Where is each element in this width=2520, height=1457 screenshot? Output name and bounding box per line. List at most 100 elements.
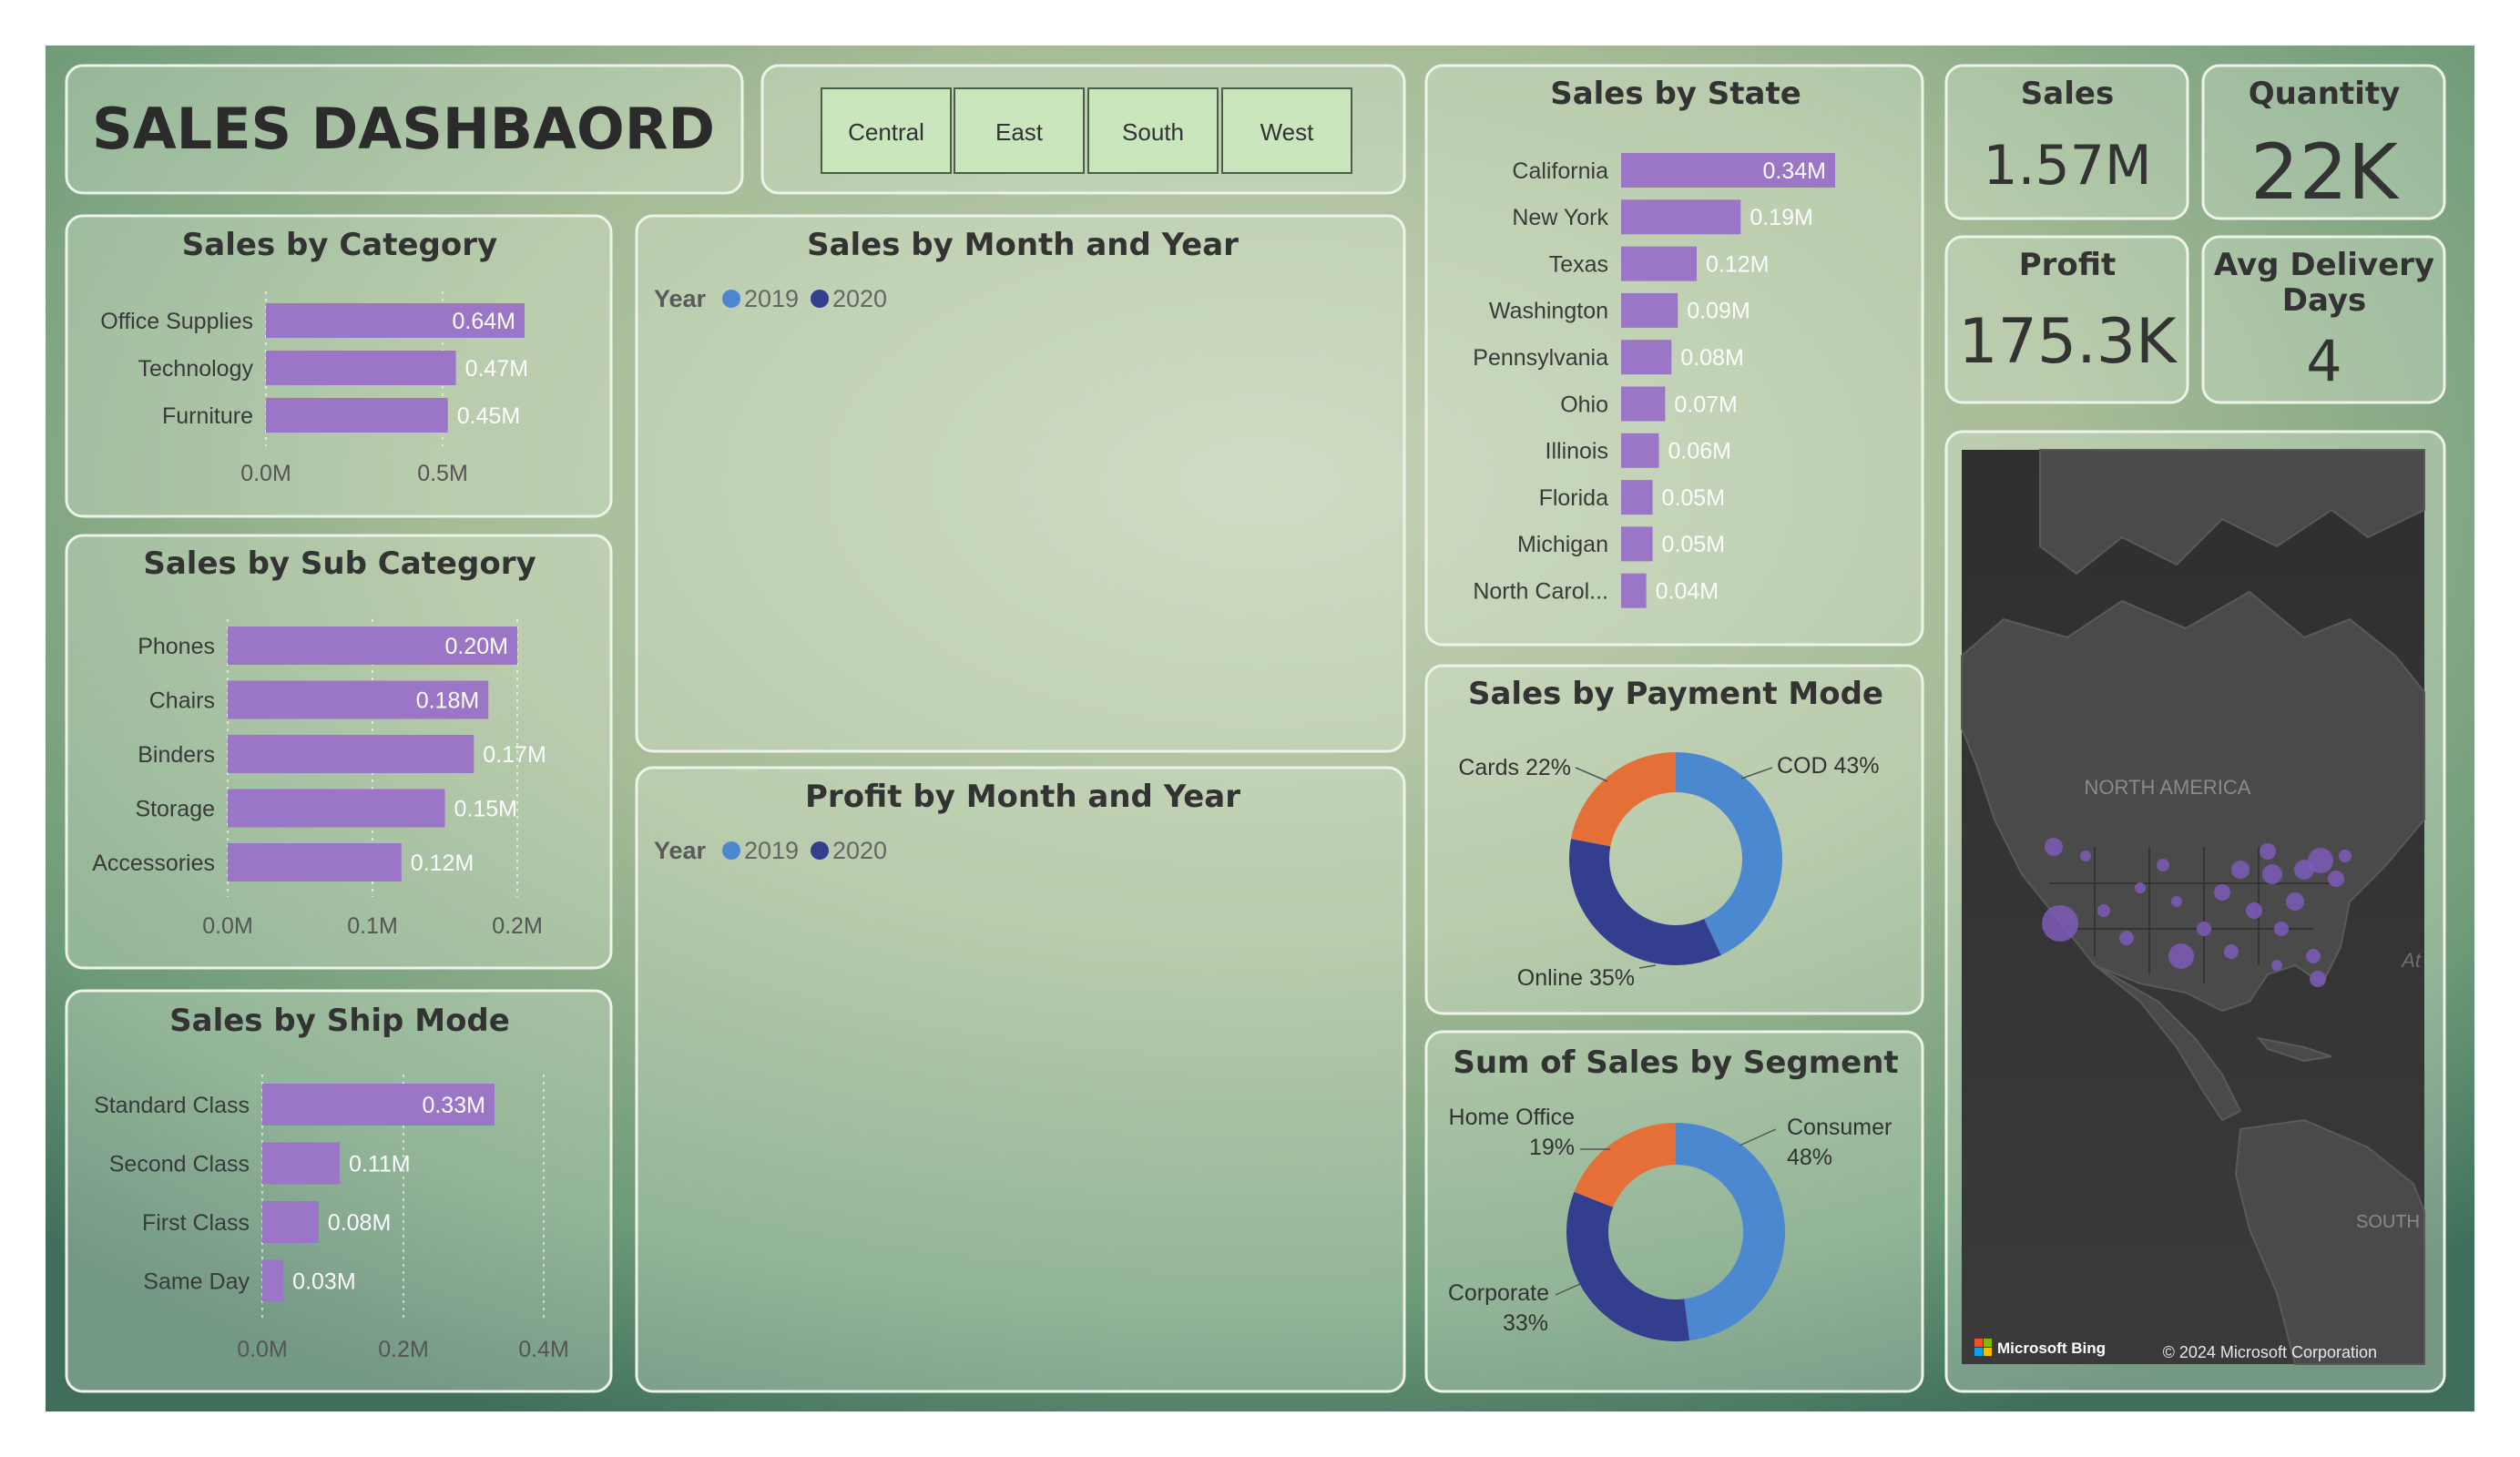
profit-month-legend-2019: 2019 — [744, 837, 799, 864]
category-bar-furniture[interactable] — [266, 398, 448, 433]
state-bar-florida[interactable] — [1621, 480, 1653, 515]
state-bar-illinois[interactable] — [1621, 433, 1659, 468]
sales-month-legend-2019-dot — [722, 290, 740, 308]
map-bubble-texas — [2168, 943, 2194, 969]
sales-map[interactable]: NORTH AMERICA SOUTH At Microsoft Bing © … — [1961, 449, 2425, 1365]
subcategory-category-label: Storage — [135, 796, 215, 821]
subcategory-tick-label: 0.1M — [347, 913, 398, 939]
state-value-label: 0.08M — [1680, 345, 1743, 371]
subcategory-category-label: Binders — [138, 742, 215, 768]
state-category-label: California — [1512, 158, 1608, 184]
subcategory-value-label: 0.12M — [411, 851, 474, 876]
kpi-quantity-value: 22K — [2250, 127, 2400, 217]
region-button-west[interactable]: West — [1221, 87, 1352, 174]
state-value-label: 0.05M — [1662, 532, 1725, 557]
map-bubble — [2171, 896, 2182, 907]
state-category-label: Michigan — [1517, 532, 1608, 557]
kpi-delivery-label-line2: Days — [2282, 282, 2367, 319]
kpi-sales-label: Sales — [2021, 76, 2114, 112]
state-bar-ohio[interactable] — [1621, 386, 1666, 422]
profit-month-legend-2020-dot — [811, 841, 829, 860]
segment-slice-label: Corporate — [1448, 1280, 1549, 1306]
kpi-delivery-value: 4 — [2306, 328, 2341, 394]
map-bubble — [2097, 904, 2110, 917]
category-value-label: 0.47M — [465, 356, 528, 382]
map-bubble-washington — [2045, 838, 2063, 856]
kpi-profit-label: Profit — [2019, 247, 2117, 283]
shipmode-tick-label: 0.0M — [237, 1337, 288, 1362]
segment-slice-percent: 33% — [1503, 1310, 1548, 1336]
state-bar-new-york[interactable] — [1621, 199, 1741, 235]
map-bubble — [2306, 949, 2321, 963]
state-value-label: 0.06M — [1668, 439, 1730, 464]
state-category-label: New York — [1512, 205, 1608, 230]
map-bubble — [2197, 922, 2211, 936]
region-button-south[interactable]: South — [1087, 87, 1219, 174]
state-value-label: 0.04M — [1656, 578, 1719, 604]
state-bar-north-carol[interactable] — [1621, 573, 1647, 608]
subcategory-tick-label: 0.2M — [492, 913, 543, 939]
sales-month-legend: Year 2019 2020 — [654, 285, 887, 312]
subcategory-value-label: 0.15M — [454, 796, 517, 821]
category-category-label: Furniture — [162, 403, 253, 429]
shipmode-chart-title: Sales by Ship Mode — [169, 1003, 510, 1039]
map-bubble — [2274, 922, 2289, 936]
category-value-label: 0.45M — [457, 403, 520, 429]
region-button-west-label: West — [1260, 118, 1315, 146]
segment-slice-label: Home Office — [1449, 1105, 1575, 1130]
state-value-label: 0.07M — [1674, 392, 1737, 417]
sales-month-legend-2020-dot — [811, 290, 829, 308]
profit-month-legend: Year 2019 2020 — [654, 837, 887, 864]
map-bubble-california — [2042, 905, 2078, 942]
map-bubble — [2135, 882, 2146, 893]
segment-slice-percent: 48% — [1787, 1145, 1832, 1170]
map-label-north-america: NORTH AMERICA — [2085, 776, 2251, 799]
state-category-label: Florida — [1539, 485, 1609, 511]
map-bubble — [2246, 902, 2262, 919]
subcategory-tick-label: 0.0M — [202, 913, 253, 939]
category-category-label: Office Supplies — [100, 309, 253, 334]
dashboard-title: SALES DASHBAORD — [92, 96, 715, 162]
map-bubble — [2328, 871, 2344, 887]
state-bar-washington[interactable] — [1621, 292, 1678, 328]
region-button-south-label: South — [1122, 118, 1184, 146]
state-category-label: North Carol... — [1473, 578, 1608, 604]
region-button-central[interactable]: Central — [821, 87, 952, 174]
state-category-label: Illinois — [1546, 439, 1608, 464]
bing-logo-yellow — [1984, 1348, 1992, 1356]
subcategory-bar-storage[interactable] — [228, 789, 445, 828]
shipmode-bar-same-day[interactable] — [262, 1259, 284, 1302]
subcategory-category-label: Phones — [138, 634, 215, 659]
shipmode-value-label: 0.03M — [292, 1269, 355, 1294]
profit-month-legend-title: Year — [654, 837, 707, 864]
state-bar-pennsylvania[interactable] — [1621, 340, 1672, 375]
state-value-label: 0.05M — [1662, 485, 1725, 511]
map-bubble-michigan — [2260, 843, 2276, 860]
shipmode-category-label: Second Class — [109, 1151, 250, 1177]
state-category-label: Pennsylvania — [1473, 345, 1608, 371]
map-bubble — [2119, 931, 2134, 945]
segment-slice-label: Consumer — [1787, 1115, 1892, 1140]
subcategory-bar-accessories[interactable] — [228, 843, 402, 881]
profit-month-legend-2020: 2020 — [832, 837, 887, 864]
state-category-label: Ohio — [1560, 392, 1608, 417]
shipmode-bar-second-class[interactable] — [262, 1142, 340, 1185]
region-button-central-label: Central — [848, 118, 924, 146]
payment-slice-label: Cards 22% — [1458, 755, 1571, 780]
map-bubble — [2224, 944, 2239, 959]
region-button-east[interactable]: East — [954, 87, 1085, 174]
payment-slice-label: Online 35% — [1517, 965, 1635, 991]
subcategory-bar-binders[interactable] — [228, 735, 474, 773]
subcategory-value-label: 0.18M — [416, 688, 479, 713]
sales-month-legend-2019: 2019 — [744, 285, 799, 312]
state-category-label: Washington — [1489, 299, 1608, 324]
sales-dashboard: SALES DASHBAORD Central East South West … — [46, 46, 2474, 1411]
category-bar-technology[interactable] — [266, 351, 456, 385]
state-value-label: 0.12M — [1706, 251, 1769, 277]
kpi-profit-value: 175.3K — [1958, 306, 2178, 378]
shipmode-category-label: First Class — [142, 1210, 250, 1236]
state-bar-texas[interactable] — [1621, 246, 1697, 281]
shipmode-bar-first-class[interactable] — [262, 1201, 319, 1243]
state-bar-michigan[interactable] — [1621, 526, 1653, 562]
map-label-atlantic: At — [2400, 949, 2422, 972]
